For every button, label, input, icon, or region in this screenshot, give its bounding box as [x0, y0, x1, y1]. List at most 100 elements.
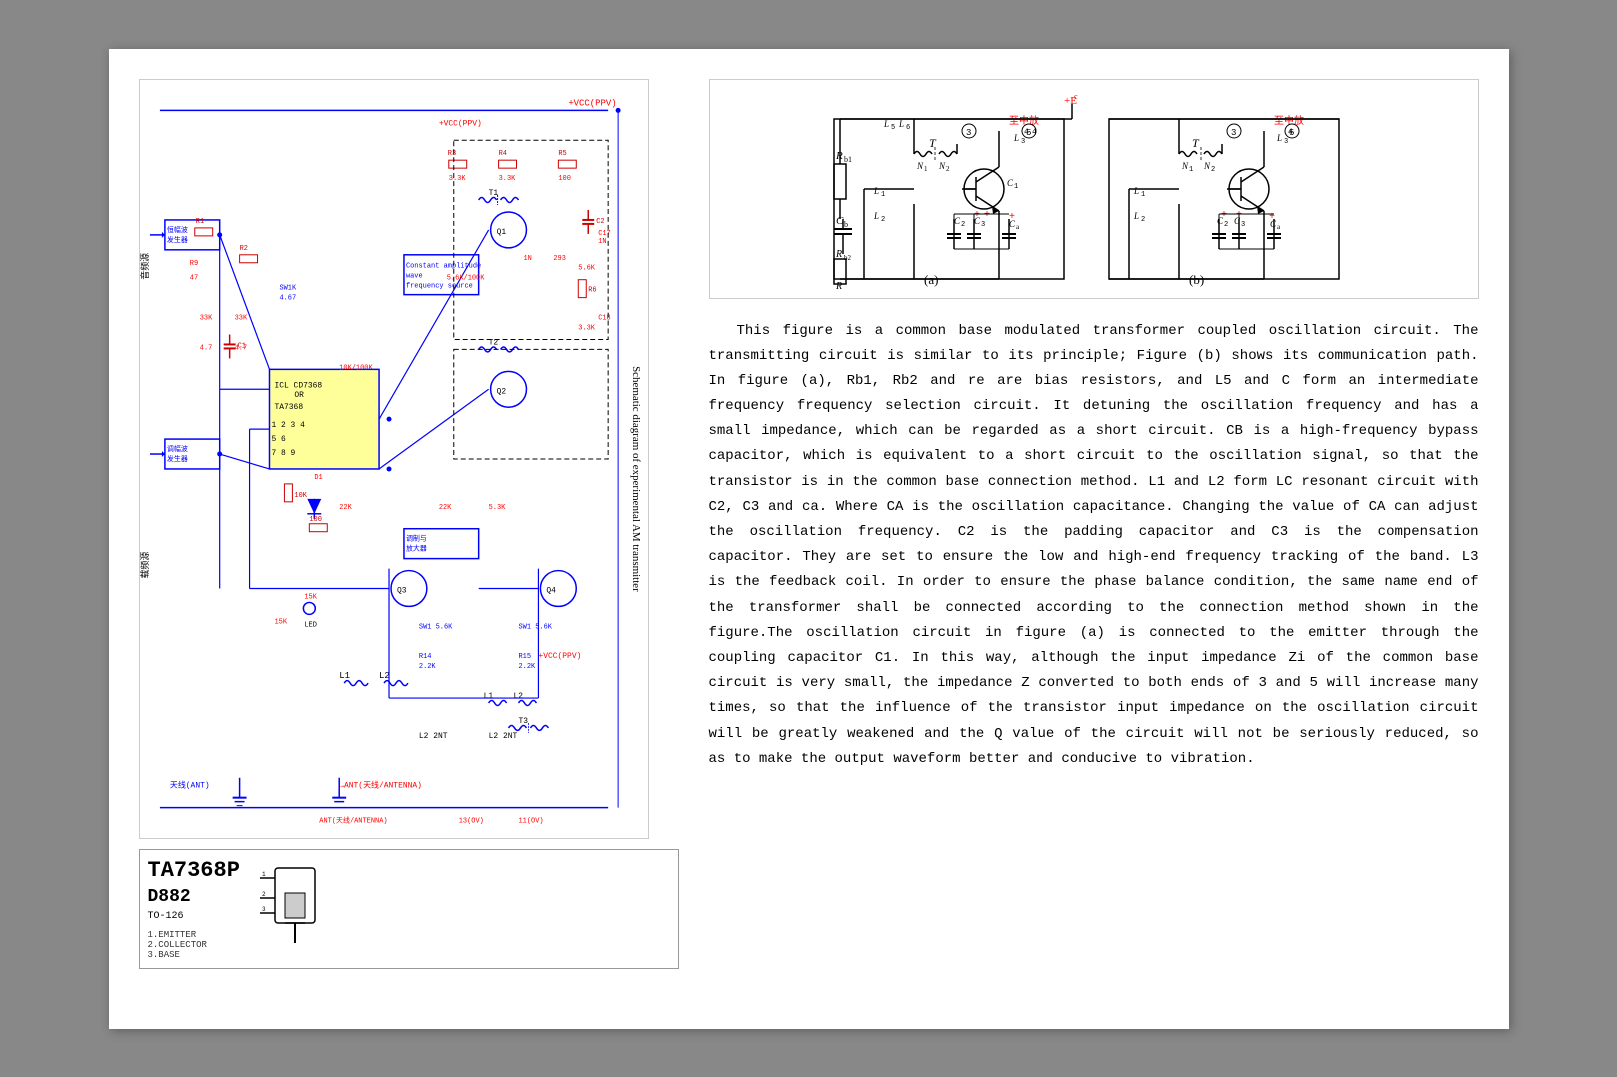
svg-text:SW1K: SW1K: [279, 284, 297, 292]
svg-text:N: N: [916, 161, 924, 171]
svg-text:5.6K: 5.6K: [578, 264, 596, 272]
svg-text:L2: L2: [379, 671, 390, 681]
svg-text:2: 2: [881, 216, 885, 224]
svg-text:R: R: [835, 281, 842, 289]
svg-text:SW1 5.6K: SW1 5.6K: [418, 623, 452, 631]
svg-text:LED: LED: [304, 621, 317, 629]
component-details: TA7368P D882 TO-126 1.EMITTER 2.COLLECTO…: [148, 858, 240, 960]
svg-text:Schematic diagram of experimen: Schematic diagram of experimental AM tra…: [630, 366, 642, 592]
svg-text:C18: C18: [598, 314, 611, 322]
svg-text:+: +: [1221, 210, 1227, 221]
svg-text:b: b: [844, 220, 848, 229]
svg-text:b2: b2: [844, 254, 852, 262]
svg-text:2: 2: [1141, 216, 1145, 224]
svg-text:D1: D1: [314, 473, 322, 481]
svg-text:293: 293: [553, 254, 566, 262]
svg-text:L: L: [1013, 133, 1019, 143]
svg-text:13(OV): 13(OV): [458, 817, 483, 825]
svg-text:5.6K/100K: 5.6K/100K: [446, 274, 484, 282]
svg-text:L: L: [873, 211, 879, 221]
svg-text:R: R: [835, 150, 843, 162]
svg-text:1: 1: [1141, 191, 1145, 199]
svg-text:3.3K: 3.3K: [498, 175, 516, 183]
svg-text:Q4: Q4: [546, 586, 556, 595]
svg-text:C: C: [1007, 178, 1014, 188]
svg-text:4.7: 4.7: [234, 344, 247, 352]
svg-text:TA7368: TA7368: [274, 403, 303, 412]
svg-text:L: L: [1276, 133, 1282, 143]
svg-text:3: 3: [1021, 138, 1025, 146]
svg-text:2.2K: 2.2K: [418, 663, 436, 671]
svg-text:L: L: [883, 119, 889, 129]
svg-text:N: N: [1181, 161, 1189, 171]
svg-text:15K: 15K: [274, 618, 287, 626]
svg-text:3.3K: 3.3K: [448, 175, 466, 183]
svg-text:T1: T1: [488, 189, 498, 198]
svg-text:11(OV): 11(OV): [518, 817, 543, 825]
svg-text:R14: R14: [418, 653, 431, 661]
svg-text:N: N: [938, 161, 946, 171]
svg-text:天线(ANT): 天线(ANT): [169, 779, 209, 790]
svg-text:L1: L1: [339, 671, 350, 681]
svg-text:+: +: [1009, 212, 1015, 223]
svg-text:R1: R1: [195, 217, 203, 225]
svg-text:3: 3: [1231, 128, 1236, 138]
svg-text:ANT(天线/ANTENNA): ANT(天线/ANTENNA): [319, 815, 387, 825]
svg-text:100: 100: [309, 515, 322, 523]
svg-text:4.7: 4.7: [199, 344, 212, 352]
svg-text:+VCC(PPV): +VCC(PPV): [568, 98, 616, 108]
svg-text:调幅波: 调幅波: [166, 444, 187, 454]
svg-text:ICL CD7368: ICL CD7368: [274, 381, 322, 390]
svg-text:3: 3: [1284, 138, 1288, 146]
svg-text:33K: 33K: [234, 314, 247, 322]
svg-text:C: C: [954, 216, 961, 226]
svg-text:发生器: 发生器: [166, 453, 187, 463]
svg-text:3: 3: [262, 906, 266, 913]
svg-text:至中放: 至中放: [1009, 114, 1039, 127]
svg-text:100: 100: [558, 175, 571, 183]
svg-text:L: L: [1133, 211, 1139, 221]
svg-text:R3: R3: [447, 150, 455, 158]
svg-text:3: 3: [981, 221, 985, 229]
svg-text:4.67: 4.67: [279, 294, 296, 302]
svg-text:(b): (b): [1189, 272, 1204, 287]
svg-text:1: 1: [924, 165, 928, 173]
svg-text:SW1 5.6K: SW1 5.6K: [518, 623, 552, 631]
svg-text:6: 6: [906, 124, 910, 132]
svg-text:L: L: [898, 119, 904, 129]
svg-text:恒幅波: 恒幅波: [166, 224, 187, 234]
svg-text:L2 2NT: L2 2NT: [488, 731, 517, 740]
svg-text:OR: OR: [294, 391, 304, 400]
svg-text:Q3: Q3: [396, 586, 406, 595]
pin1: 1.EMITTER: [148, 930, 240, 940]
top-circuit-svg: +E c R b1 C b: [814, 89, 1374, 289]
svg-text:R2: R2: [239, 244, 247, 252]
svg-text:2: 2: [961, 221, 965, 229]
svg-text:R4: R4: [498, 150, 506, 158]
component-info-box: TA7368P D882 TO-126 1.EMITTER 2.COLLECTO…: [139, 849, 679, 969]
svg-text:发生器: 发生器: [166, 234, 187, 244]
svg-text:1: 1: [262, 871, 266, 878]
svg-text:5: 5: [1026, 128, 1031, 138]
svg-text:47: 47: [189, 274, 197, 282]
svg-text:b1: b1: [844, 155, 852, 164]
svg-text:1 2 3 4: 1 2 3 4: [271, 421, 305, 430]
svg-text:22K: 22K: [438, 503, 451, 511]
svg-text:R15: R15: [518, 653, 531, 661]
svg-text:Q1: Q1: [496, 227, 506, 236]
svg-text:10K/100K: 10K/100K: [339, 364, 373, 372]
svg-text:Q2: Q2: [496, 387, 506, 396]
description-text: This figure is a common base modulated t…: [709, 319, 1479, 772]
svg-text:3: 3: [1241, 221, 1245, 229]
ic-name: TA7368P: [148, 858, 240, 883]
svg-text:1N: 1N: [523, 254, 531, 262]
svg-text:+: +: [984, 210, 990, 221]
svg-text:+VCC(PPV): +VCC(PPV): [538, 652, 581, 661]
svg-text:2: 2: [946, 165, 950, 173]
svg-text:3: 3: [966, 128, 971, 138]
svg-text:L2 2NT: L2 2NT: [418, 731, 447, 740]
svg-text:+VCC(PPV): +VCC(PPV): [438, 119, 481, 128]
svg-text:N: N: [1203, 161, 1211, 171]
svg-text:15K: 15K: [304, 593, 317, 601]
svg-text:wave: wave: [405, 272, 422, 280]
